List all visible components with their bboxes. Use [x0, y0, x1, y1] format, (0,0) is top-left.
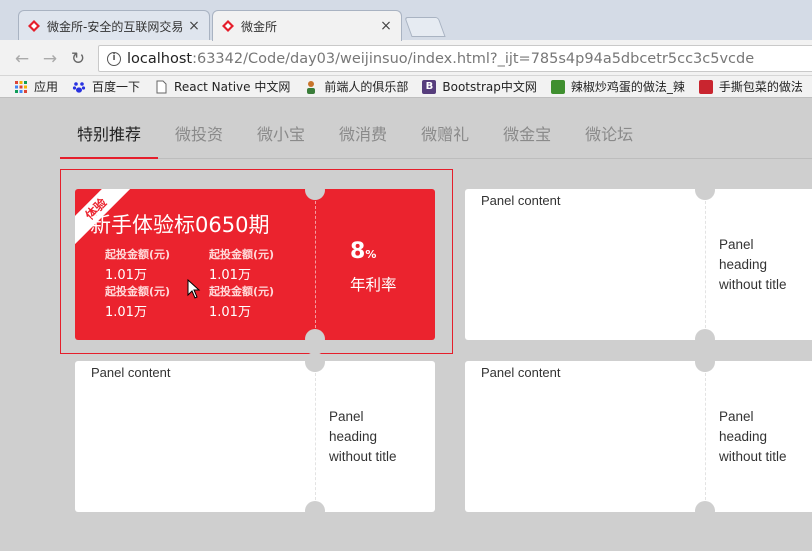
- bookmark-apps[interactable]: 应用: [14, 78, 58, 95]
- ticket-notch: [305, 352, 325, 372]
- browser-tab-2[interactable]: 微金所 ×: [212, 10, 402, 41]
- tab-small-treasure[interactable]: 微小宝: [240, 109, 322, 159]
- tab-invest[interactable]: 微投资: [158, 109, 240, 159]
- bookmark-label: 前端人的俱乐部: [324, 80, 409, 94]
- ticket-notch: [695, 329, 715, 349]
- ticket-notch: [695, 180, 715, 200]
- stat-label: 起投金额(元): [105, 285, 171, 298]
- bookmark-label: 手撕包菜的做法: [718, 80, 803, 94]
- recipe-icon: [550, 79, 565, 94]
- bookmark-label: 百度一下: [92, 80, 141, 94]
- address-host: localhost: [127, 50, 193, 67]
- browser-tab-strip: 微金所-安全的互联网交易 × 微金所 ×: [0, 0, 812, 41]
- close-tab-icon[interactable]: ×: [187, 18, 201, 34]
- bookmark-label: Bootstrap中文网: [442, 80, 537, 94]
- bookmark-recipe-1[interactable]: 辣椒炒鸡蛋的做法_辣: [550, 78, 685, 95]
- reload-icon[interactable]: ↻: [68, 49, 88, 69]
- browser-tab-title: 微金所-安全的互联网交易: [47, 19, 184, 34]
- stat-label: 起投金额(元): [105, 248, 171, 261]
- stat-value: 1.01万: [209, 305, 251, 320]
- bookmark-bootstrap[interactable]: B Bootstrap中文网: [422, 78, 537, 95]
- ticket-divider: [315, 373, 316, 500]
- product-panel[interactable]: Panel content Panel heading without titl…: [75, 361, 435, 512]
- tab-featured[interactable]: 特别推荐: [60, 109, 159, 159]
- person-icon: [304, 80, 318, 94]
- close-tab-icon[interactable]: ×: [379, 18, 393, 34]
- weijinsuo-favicon-icon: [221, 19, 235, 33]
- bookmarks-bar: 应用 百度一下 React Native 中文网 前端人的俱乐部 B Boots…: [0, 76, 812, 98]
- bookmark-recipe-2[interactable]: 手撕包菜的做法: [698, 78, 803, 95]
- rate-number: 8: [350, 239, 366, 264]
- panel-heading: Panel heading without title: [329, 409, 397, 464]
- browser-tab-title: 微金所: [241, 19, 278, 34]
- recipe-red-icon: [698, 79, 713, 94]
- panel-heading: Panel heading without title: [719, 237, 787, 292]
- panel-content: Panel content: [481, 365, 561, 380]
- product-panel[interactable]: Panel content Panel heading without titl…: [465, 361, 812, 512]
- page-icon: [154, 80, 168, 94]
- bookmark-label: React Native 中文网: [174, 80, 291, 94]
- tab-gift[interactable]: 微赠礼: [404, 109, 486, 159]
- back-arrow-icon[interactable]: ←: [12, 49, 32, 69]
- ticket-divider: [705, 201, 706, 328]
- annual-rate-label: 年利率: [350, 276, 397, 294]
- ticket-notch: [305, 329, 325, 349]
- product-panel[interactable]: Panel content Panel heading without titl…: [465, 189, 812, 340]
- browser-toolbar: ← → ↻ i localhost :63342/Code/day03/weij…: [0, 40, 812, 76]
- tab-forum[interactable]: 微论坛: [568, 109, 650, 159]
- tab-gold[interactable]: 微金宝: [486, 109, 568, 159]
- featured-product-card[interactable]: 体验 新手体验标0650期 起投金额(元) 1.01万 起投金额(元) 1.01…: [75, 189, 435, 340]
- weijinsuo-favicon-icon: [27, 19, 41, 33]
- panel-content: Panel content: [91, 365, 171, 380]
- apps-grid-icon: [14, 80, 28, 94]
- stat-label: 起投金额(元): [209, 285, 275, 298]
- ticket-notch: [695, 501, 715, 521]
- address-bar[interactable]: i localhost :63342/Code/day03/weijinsuo/…: [98, 45, 812, 72]
- ticket-notch: [305, 180, 325, 200]
- ticket-divider: [315, 201, 316, 328]
- stat-value: 1.01万: [105, 305, 147, 320]
- ticket-notch: [305, 501, 325, 521]
- info-icon[interactable]: i: [107, 51, 121, 66]
- bookmark-baidu[interactable]: 百度一下: [72, 78, 140, 95]
- ticket-notch: [695, 352, 715, 372]
- bootstrap-icon: B: [422, 79, 437, 94]
- bookmark-react-native[interactable]: React Native 中文网: [154, 78, 290, 95]
- annual-rate-value: 8%: [350, 239, 376, 264]
- stat-value: 1.01万: [209, 268, 251, 283]
- page-content: 特别推荐 微投资 微小宝 微消费 微赠礼 微金宝 微论坛 体验 新手体验标065…: [0, 99, 812, 551]
- bookmark-label: 辣椒炒鸡蛋的做法_辣: [570, 80, 685, 94]
- stat-label: 起投金额(元): [209, 248, 275, 261]
- bookmark-frontend-club[interactable]: 前端人的俱乐部: [304, 78, 408, 95]
- panel-content: Panel content: [481, 193, 561, 208]
- ticket-divider: [705, 373, 706, 500]
- bookmark-label: 应用: [34, 80, 59, 94]
- mouse-cursor-icon: [187, 278, 201, 303]
- product-nav-tabs: 特别推荐 微投资 微小宝 微消费 微赠礼 微金宝 微论坛: [60, 109, 812, 159]
- stat-value: 1.01万: [105, 268, 147, 283]
- product-title: 新手体验标0650期: [90, 213, 270, 237]
- tab-consume[interactable]: 微消费: [322, 109, 404, 159]
- forward-arrow-icon[interactable]: →: [40, 49, 60, 69]
- baidu-paw-icon: [72, 80, 86, 94]
- address-path: :63342/Code/day03/weijinsuo/index.html?_…: [192, 50, 755, 67]
- rate-unit: %: [365, 248, 377, 261]
- browser-tab-1[interactable]: 微金所-安全的互联网交易 ×: [18, 10, 210, 41]
- new-tab-button[interactable]: [404, 17, 446, 37]
- panel-heading: Panel heading without title: [719, 409, 787, 464]
